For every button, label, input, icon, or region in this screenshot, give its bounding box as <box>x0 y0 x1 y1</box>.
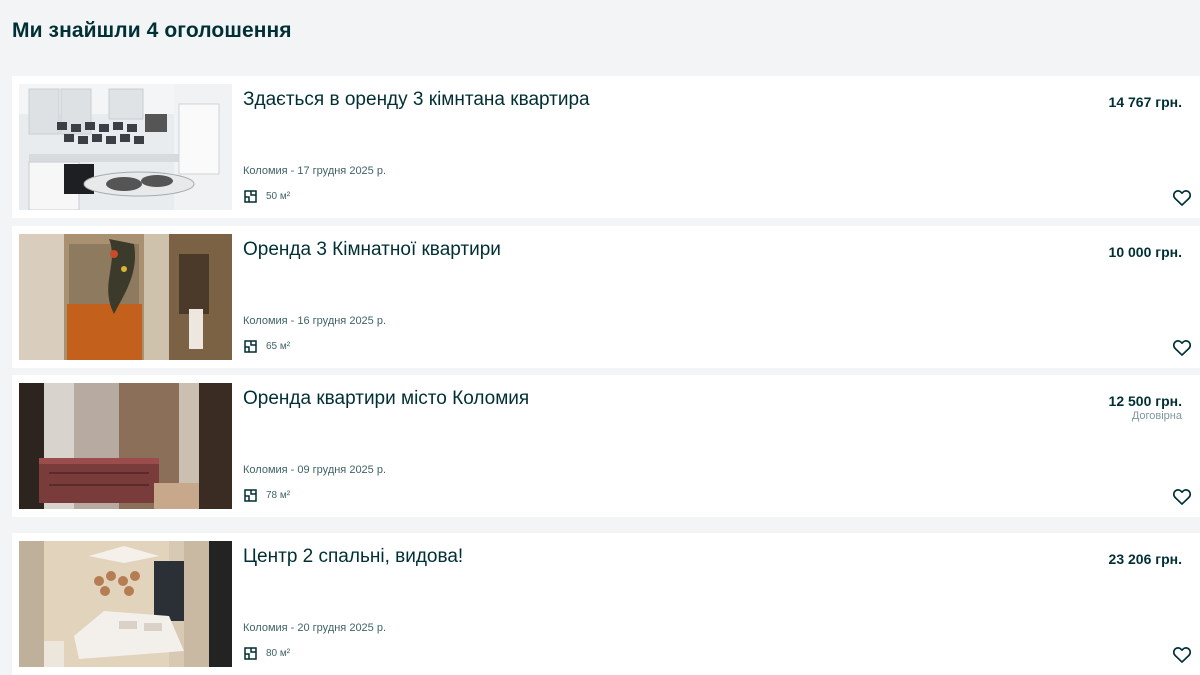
listing-area: 80 м² <box>243 646 290 661</box>
listing-area: 78 м² <box>243 488 290 503</box>
bedroom-photo <box>19 383 232 509</box>
listing-price: 10 000 грн. <box>1108 244 1182 260</box>
favorite-button[interactable] <box>1172 338 1192 358</box>
listing-card[interactable]: Здається в оренду 3 кімнтана квартира Ко… <box>12 76 1200 218</box>
floor-plan-icon <box>243 646 258 661</box>
listing-area: 50 м² <box>243 189 290 204</box>
listing-location-date: Коломия - 16 грудня 2025 р. <box>243 315 387 327</box>
page-title: Ми знайшли 4 оголошення <box>12 19 292 42</box>
negotiable-label: Договірна <box>1131 410 1182 422</box>
heart-outline-icon <box>1172 340 1192 356</box>
kitchen-photo <box>19 84 232 210</box>
hallway-photo <box>19 234 232 360</box>
heart-outline-icon <box>1172 190 1192 206</box>
listing-area: 65 м² <box>243 339 290 354</box>
heart-outline-icon <box>1172 489 1192 505</box>
listing-title[interactable]: Оренда 3 Кімнатної квартири <box>243 239 501 261</box>
heart-outline-icon <box>1172 647 1192 663</box>
listing-photo[interactable] <box>19 383 232 509</box>
favorite-button[interactable] <box>1172 645 1192 665</box>
listing-area-value: 78 м² <box>266 490 291 501</box>
listing-card[interactable]: Оренда квартири місто Коломия Коломия - … <box>12 375 1200 517</box>
listing-card[interactable]: Оренда 3 Кімнатної квартири Коломия - 16… <box>12 226 1200 368</box>
bedroom-photo <box>19 541 232 667</box>
favorite-button[interactable] <box>1172 188 1192 208</box>
listing-title[interactable]: Центр 2 спальні, видова! <box>243 546 463 568</box>
listing-location-date: Коломия - 20 грудня 2025 р. <box>243 622 387 634</box>
listing-title[interactable]: Оренда квартири місто Коломия <box>243 388 529 410</box>
listing-area-value: 65 м² <box>266 341 291 352</box>
listing-location-date: Коломия - 09 грудня 2025 р. <box>243 464 387 476</box>
listing-photo[interactable] <box>19 234 232 360</box>
listing-title[interactable]: Здається в оренду 3 кімнтана квартира <box>243 89 590 111</box>
floor-plan-icon <box>243 488 258 503</box>
listing-price: 12 500 грн. <box>1108 393 1182 409</box>
listing-area-value: 50 м² <box>266 191 291 202</box>
listing-area-value: 80 м² <box>266 648 291 659</box>
listing-photo[interactable] <box>19 541 232 667</box>
listing-card[interactable]: Центр 2 спальні, видова! Коломия - 20 гр… <box>12 533 1200 675</box>
floor-plan-icon <box>243 339 258 354</box>
listing-price: 23 206 грн. <box>1108 551 1182 567</box>
listing-location-date: Коломия - 17 грудня 2025 р. <box>243 165 387 177</box>
listing-photo[interactable] <box>19 84 232 210</box>
favorite-button[interactable] <box>1172 487 1192 507</box>
listing-price: 14 767 грн. <box>1108 94 1182 110</box>
floor-plan-icon <box>243 189 258 204</box>
